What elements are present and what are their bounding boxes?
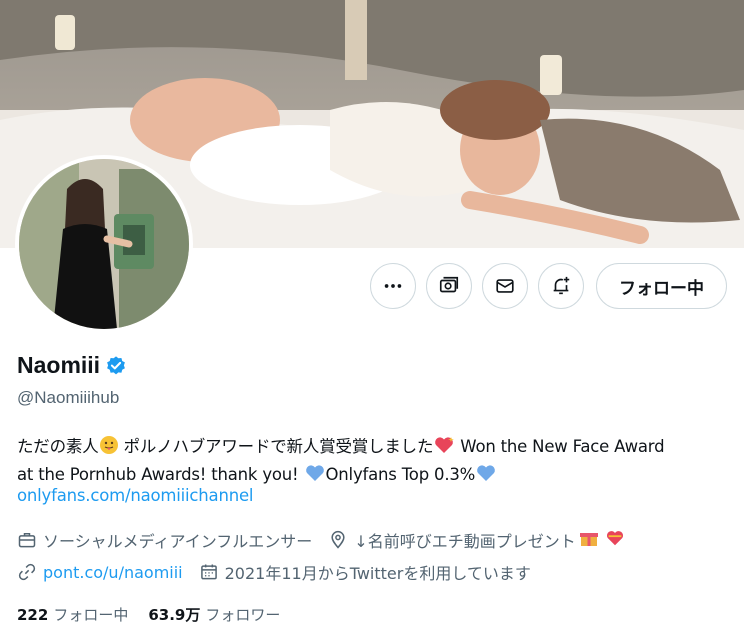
tip-jar-icon [439, 276, 459, 293]
following-count: 222 [17, 606, 49, 624]
tongue-face-emoji-icon [99, 435, 119, 462]
website-link[interactable]: pont.co/u/naomiii [43, 563, 183, 582]
location-pin-icon [331, 530, 345, 549]
verified-badge-icon[interactable] [105, 355, 127, 377]
category-item: ソーシャルメディアインフルエンサー [17, 528, 312, 552]
followers-count: 63.9万 [148, 606, 201, 624]
more-icon [384, 284, 402, 288]
briefcase-icon [18, 533, 36, 548]
followers-stat[interactable]: 63.9万 フォロワー [148, 604, 280, 625]
gift-emoji-icon [579, 528, 605, 552]
heart-ribbon-emoji-icon [605, 528, 631, 552]
envelope-icon [496, 279, 514, 293]
avatar[interactable] [15, 155, 193, 333]
display-name: Naomiii [17, 352, 101, 378]
bio-text: Onlyfans Top 0.3% [325, 465, 476, 484]
notify-button[interactable] [538, 263, 584, 309]
location-text: ↓名前呼びエチ動画プレゼント [354, 532, 576, 551]
bio-text: ポルノハブアワードで新人賞受賞しました [118, 437, 434, 456]
bell-plus-icon [553, 276, 570, 295]
follow-stats: 222 フォロー中 63.9万 フォロワー [17, 604, 300, 625]
profile-meta-row-2: pont.co/u/naomiii 2021年11月からTwitterを利用して… [17, 560, 547, 584]
joined-text: 2021年11月からTwitterを利用しています [224, 564, 531, 583]
location-item: ↓名前呼びエチ動画プレゼント [328, 528, 630, 552]
bio-onlyfans-link[interactable]: onlyfans.com/naomiiichannel [17, 486, 254, 505]
more-button[interactable] [370, 263, 416, 309]
tip-button[interactable] [426, 263, 472, 309]
blue-heart-emoji-icon [475, 463, 497, 490]
following-stat[interactable]: 222 フォロー中 [17, 604, 128, 625]
joined-item: 2021年11月からTwitterを利用しています [199, 560, 531, 584]
bio-line-1: ただの素人 ポルノハブアワードで新人賞受賞しました Won the New Fa… [17, 434, 737, 462]
website-item: pont.co/u/naomiii [17, 562, 183, 582]
link-icon [18, 563, 36, 581]
bio-text: ただの素人 [17, 437, 99, 456]
bio-text: at the Pornhub Awards! thank you! [17, 465, 304, 484]
name-row: Naomiii [17, 352, 127, 379]
profile-actions: フォロー中 [370, 263, 727, 309]
bio: ただの素人 ポルノハブアワードで新人賞受賞しました Won the New Fa… [17, 434, 737, 490]
bio-text: Won the New Face Award [455, 437, 665, 456]
sparkling-heart-emoji-icon [433, 435, 455, 462]
category-text: ソーシャルメディアインフルエンサー [43, 532, 313, 551]
avatar-image [19, 159, 189, 329]
followers-label: フォロワー [205, 606, 281, 624]
message-button[interactable] [482, 263, 528, 309]
following-label: フォロー中 [53, 606, 129, 624]
blue-heart-emoji-icon [304, 463, 326, 490]
profile-meta-row-1: ソーシャルメディアインフルエンサー ↓名前呼びエチ動画プレゼント [17, 528, 647, 552]
following-button[interactable]: フォロー中 [596, 263, 727, 309]
handle: @Naomiiihub [17, 388, 120, 407]
calendar-icon [200, 564, 217, 580]
